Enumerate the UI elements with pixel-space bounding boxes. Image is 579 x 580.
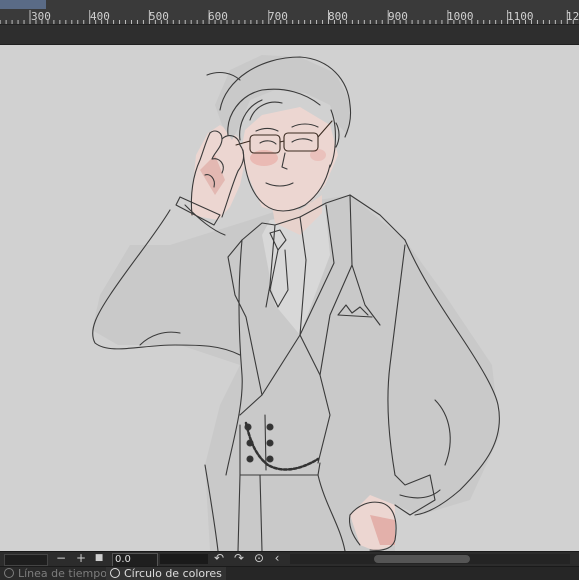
- color-wheel-icon: [110, 568, 120, 578]
- scrollbar-thumb[interactable]: [374, 555, 470, 563]
- chevron-left-icon[interactable]: ‹: [270, 552, 284, 566]
- tab-timeline[interactable]: Línea de tiempo: [0, 567, 111, 580]
- rotate-right-icon[interactable]: ↷: [232, 552, 246, 566]
- drawing-canvas[interactable]: [0, 45, 579, 551]
- timeline-control-bar: − + ■ 0.0 ↶ ↷ ⊙ ‹: [0, 551, 579, 567]
- timeline-value-field[interactable]: 0.0: [112, 553, 158, 567]
- rotate-left-icon[interactable]: ↶: [212, 552, 226, 566]
- tab-label: Círculo de colores: [124, 567, 222, 580]
- ruler-label: 900: [388, 10, 408, 23]
- timeline-track[interactable]: [160, 554, 208, 564]
- timeline-icon: [4, 568, 14, 578]
- canvas-header-strip: [0, 25, 579, 45]
- panel-tab-bar: Línea de tiempo Círculo de colores: [0, 566, 579, 580]
- reset-rotation-icon[interactable]: ⊙: [252, 552, 266, 566]
- ruler-label: 500: [149, 10, 169, 23]
- horizontal-scrollbar[interactable]: [290, 554, 570, 564]
- ruler-label: 300: [31, 10, 51, 23]
- tab-color-wheel[interactable]: Círculo de colores: [106, 567, 226, 580]
- ruler-ticks: [0, 10, 574, 24]
- ruler-label: 700: [268, 10, 288, 23]
- artwork: [92, 55, 500, 551]
- tab-label: Línea de tiempo: [18, 567, 107, 580]
- ruler-label: 600: [208, 10, 228, 23]
- zoom-in-button[interactable]: +: [74, 552, 88, 566]
- zoom-out-button[interactable]: −: [54, 552, 68, 566]
- ruler-label: 1100: [507, 10, 534, 23]
- ruler-label: 1000: [447, 10, 474, 23]
- ruler-label: 400: [90, 10, 110, 23]
- ruler-label: 800: [328, 10, 348, 23]
- horizontal-ruler: 300 400 500 600 700 800 900 1000 1100 12: [0, 0, 579, 25]
- timeline-slider[interactable]: [4, 554, 48, 566]
- stop-button[interactable]: ■: [92, 552, 106, 566]
- ruler-label: 12: [566, 10, 579, 23]
